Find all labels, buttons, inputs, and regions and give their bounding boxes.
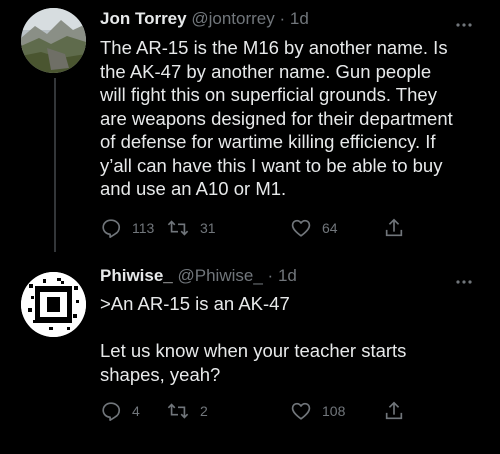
like-icon: [291, 402, 311, 420]
retweet-icon: [167, 220, 189, 236]
thread-line: [54, 78, 56, 252]
retweet-icon: [167, 403, 189, 419]
share-icon: [385, 218, 403, 237]
like-button[interactable]: 108: [290, 399, 345, 423]
share-button[interactable]: [383, 216, 405, 240]
timestamp[interactable]: 1d: [278, 266, 297, 285]
more-icon[interactable]: [456, 272, 472, 284]
retweet-button[interactable]: 31: [166, 216, 216, 240]
reply-button[interactable]: 4: [100, 399, 140, 423]
tweet[interactable]: Phiwise_ @Phiwise_ · 1d >An AR-15 is an …: [0, 252, 500, 454]
retweet-button[interactable]: 2: [166, 399, 208, 423]
share-button[interactable]: [383, 399, 405, 423]
like-count: 64: [322, 220, 338, 236]
action-bar: 113 31 64: [100, 216, 430, 240]
tweet[interactable]: Jon Torrey @jontorrey · 1d The AR-15 is …: [0, 0, 500, 252]
block-logo-avatar-image: [21, 272, 86, 337]
tweet-header: Phiwise_ @Phiwise_ · 1d: [100, 266, 460, 286]
reply-count: 4: [132, 403, 140, 419]
author-name[interactable]: Phiwise_: [100, 266, 173, 285]
timestamp[interactable]: 1d: [290, 9, 309, 28]
reply-icon: [102, 219, 121, 238]
avatar[interactable]: [21, 8, 86, 73]
avatar[interactable]: [21, 272, 86, 337]
like-icon: [291, 219, 311, 237]
separator: ·: [279, 9, 286, 28]
retweet-count: 2: [200, 403, 208, 419]
share-icon: [385, 401, 403, 420]
more-icon[interactable]: [456, 15, 472, 27]
like-count: 108: [322, 403, 346, 419]
author-name[interactable]: Jon Torrey: [100, 9, 187, 28]
retweet-count: 31: [200, 220, 216, 236]
reply-icon: [102, 402, 121, 421]
like-button[interactable]: 64: [290, 216, 338, 240]
reply-button[interactable]: 113: [100, 216, 154, 240]
tweet-text: The AR-15 is the M16 by another name. Is…: [100, 37, 453, 199]
action-bar: 4 2 108: [100, 399, 430, 423]
author-handle[interactable]: @Phiwise_: [178, 266, 263, 285]
author-handle[interactable]: @jontorrey: [191, 9, 274, 28]
tweet-text: >An AR-15 is an AK-47 Let us know when y…: [100, 293, 407, 385]
separator: ·: [267, 266, 274, 285]
reply-count: 113: [132, 220, 155, 236]
tweet-header: Jon Torrey @jontorrey · 1d: [100, 9, 460, 29]
landscape-avatar-image: [21, 8, 86, 73]
